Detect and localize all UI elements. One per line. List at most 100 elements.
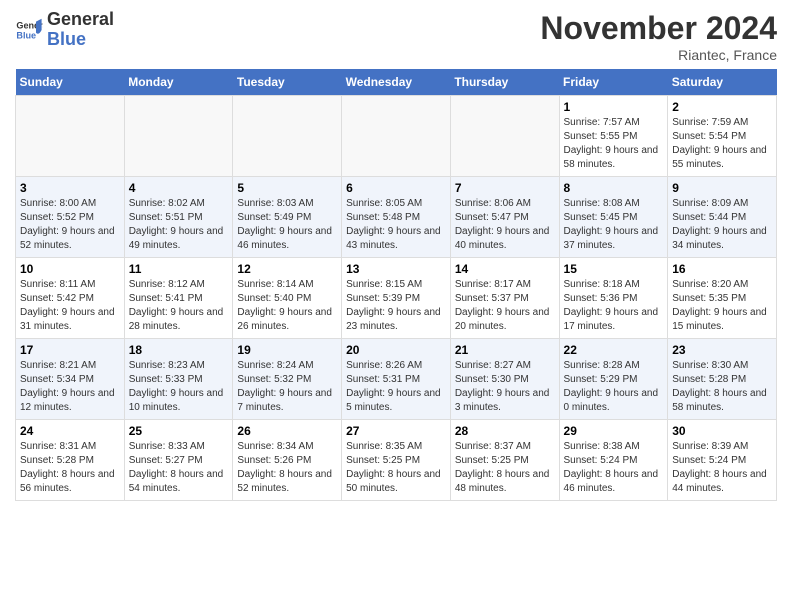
day-detail: Sunrise: 8:18 AM Sunset: 5:36 PM Dayligh…	[564, 278, 664, 334]
day-detail: Sunrise: 8:12 AM Sunset: 5:41 PM Dayligh…	[129, 278, 229, 334]
day-detail: Sunrise: 8:20 AM Sunset: 5:35 PM Dayligh…	[672, 278, 772, 334]
calendar-cell: 30Sunrise: 8:39 AM Sunset: 5:24 PM Dayli…	[668, 420, 777, 501]
day-detail: Sunrise: 8:38 AM Sunset: 5:24 PM Dayligh…	[564, 440, 664, 496]
calendar-week-row: 10 Sunrise: 8:11 AM Sunset: 5:42 PM Dayli…	[16, 258, 777, 339]
day-detail: Sunrise: 8:02 AM Sunset: 5:51 PM Dayligh…	[129, 197, 229, 253]
day-number: 15	[564, 262, 664, 276]
day-number: 6	[346, 181, 446, 195]
calendar-cell: 13 Sunrise: 8:15 AM Sunset: 5:39 PM Dayli…	[342, 258, 451, 339]
day-detail: Sunrise: 8:31 AM Sunset: 5:28 PM Dayligh…	[20, 440, 120, 496]
day-number: 24	[20, 424, 120, 438]
day-number: 10	[20, 262, 120, 276]
day-detail: Sunrise: 8:08 AM Sunset: 5:45 PM Dayligh…	[564, 197, 664, 253]
page-subtitle: Riantec, France	[540, 47, 777, 63]
day-number: 17	[20, 343, 120, 357]
day-detail: Sunrise: 8:06 AM Sunset: 5:47 PM Dayligh…	[455, 197, 555, 253]
day-detail: Sunrise: 8:39 AM Sunset: 5:24 PM Dayligh…	[672, 440, 772, 496]
calendar-cell	[342, 96, 451, 177]
logo-text: General Blue	[47, 10, 114, 50]
svg-text:Blue: Blue	[16, 30, 36, 40]
calendar-cell: 23 Sunrise: 8:30 AM Sunset: 5:28 PM Dayli…	[668, 339, 777, 420]
calendar-cell: 9 Sunrise: 8:09 AM Sunset: 5:44 PM Daylig…	[668, 177, 777, 258]
day-detail: Sunrise: 8:11 AM Sunset: 5:42 PM Dayligh…	[20, 278, 120, 334]
day-number: 22	[564, 343, 664, 357]
day-number: 18	[129, 343, 229, 357]
calendar-cell: 24 Sunrise: 8:31 AM Sunset: 5:28 PM Dayli…	[16, 420, 125, 501]
calendar-cell: 20Sunrise: 8:26 AM Sunset: 5:31 PM Dayli…	[342, 339, 451, 420]
day-detail: Sunrise: 8:21 AM Sunset: 5:34 PM Dayligh…	[20, 359, 120, 415]
calendar-cell: 6Sunrise: 8:05 AM Sunset: 5:48 PM Daylig…	[342, 177, 451, 258]
calendar-cell	[450, 96, 559, 177]
day-detail: Sunrise: 7:59 AM Sunset: 5:54 PM Dayligh…	[672, 116, 772, 172]
calendar-cell: 28 Sunrise: 8:37 AM Sunset: 5:25 PM Dayli…	[450, 420, 559, 501]
day-detail: Sunrise: 8:09 AM Sunset: 5:44 PM Dayligh…	[672, 197, 772, 253]
day-number: 3	[20, 181, 120, 195]
calendar-cell: 12 Sunrise: 8:14 AM Sunset: 5:40 PM Dayli…	[233, 258, 342, 339]
calendar-cell: 18 Sunrise: 8:23 AM Sunset: 5:33 PM Dayli…	[124, 339, 233, 420]
day-detail: Sunrise: 8:34 AM Sunset: 5:26 PM Dayligh…	[237, 440, 337, 496]
day-number: 28	[455, 424, 555, 438]
day-number: 2	[672, 100, 772, 114]
logo: General Blue General Blue	[15, 10, 114, 50]
calendar-cell: 14 Sunrise: 8:17 AM Sunset: 5:37 PM Dayli…	[450, 258, 559, 339]
calendar-cell	[124, 96, 233, 177]
day-detail: Sunrise: 8:37 AM Sunset: 5:25 PM Dayligh…	[455, 440, 555, 496]
header-tuesday: Tuesday	[233, 69, 342, 96]
day-number: 14	[455, 262, 555, 276]
day-detail: Sunrise: 8:23 AM Sunset: 5:33 PM Dayligh…	[129, 359, 229, 415]
day-number: 16	[672, 262, 772, 276]
day-number: 27	[346, 424, 446, 438]
day-detail: Sunrise: 7:57 AM Sunset: 5:55 PM Dayligh…	[564, 116, 664, 172]
calendar-body: 1Sunrise: 7:57 AM Sunset: 5:55 PM Daylig…	[16, 96, 777, 501]
day-detail: Sunrise: 8:24 AM Sunset: 5:32 PM Dayligh…	[237, 359, 337, 415]
calendar-cell: 15 Sunrise: 8:18 AM Sunset: 5:36 PM Dayli…	[559, 258, 668, 339]
day-number: 5	[237, 181, 337, 195]
day-detail: Sunrise: 8:14 AM Sunset: 5:40 PM Dayligh…	[237, 278, 337, 334]
day-number: 8	[564, 181, 664, 195]
calendar-week-row: 24 Sunrise: 8:31 AM Sunset: 5:28 PM Dayli…	[16, 420, 777, 501]
calendar-cell: 17 Sunrise: 8:21 AM Sunset: 5:34 PM Dayli…	[16, 339, 125, 420]
day-detail: Sunrise: 8:17 AM Sunset: 5:37 PM Dayligh…	[455, 278, 555, 334]
day-number: 23	[672, 343, 772, 357]
day-detail: Sunrise: 8:28 AM Sunset: 5:29 PM Dayligh…	[564, 359, 664, 415]
calendar-header: Sunday Monday Tuesday Wednesday Thursday…	[16, 69, 777, 96]
day-detail: Sunrise: 8:27 AM Sunset: 5:30 PM Dayligh…	[455, 359, 555, 415]
calendar-cell: 22 Sunrise: 8:28 AM Sunset: 5:29 PM Dayli…	[559, 339, 668, 420]
calendar-cell: 2 Sunrise: 7:59 AM Sunset: 5:54 PM Daylig…	[668, 96, 777, 177]
day-number: 21	[455, 343, 555, 357]
header-saturday: Saturday	[668, 69, 777, 96]
day-detail: Sunrise: 8:00 AM Sunset: 5:52 PM Dayligh…	[20, 197, 120, 253]
calendar-cell: 16 Sunrise: 8:20 AM Sunset: 5:35 PM Dayli…	[668, 258, 777, 339]
calendar-cell: 11 Sunrise: 8:12 AM Sunset: 5:41 PM Dayli…	[124, 258, 233, 339]
day-detail: Sunrise: 8:03 AM Sunset: 5:49 PM Dayligh…	[237, 197, 337, 253]
calendar-week-row: 17 Sunrise: 8:21 AM Sunset: 5:34 PM Dayli…	[16, 339, 777, 420]
day-detail: Sunrise: 8:26 AM Sunset: 5:31 PM Dayligh…	[346, 359, 446, 415]
calendar-cell: 25 Sunrise: 8:33 AM Sunset: 5:27 PM Dayli…	[124, 420, 233, 501]
day-detail: Sunrise: 8:35 AM Sunset: 5:25 PM Dayligh…	[346, 440, 446, 496]
calendar-cell: 29 Sunrise: 8:38 AM Sunset: 5:24 PM Dayli…	[559, 420, 668, 501]
day-number: 11	[129, 262, 229, 276]
day-number: 19	[237, 343, 337, 357]
day-number: 9	[672, 181, 772, 195]
day-number: 4	[129, 181, 229, 195]
weekday-header-row: Sunday Monday Tuesday Wednesday Thursday…	[16, 69, 777, 96]
calendar-cell: 3 Sunrise: 8:00 AM Sunset: 5:52 PM Daylig…	[16, 177, 125, 258]
day-number: 26	[237, 424, 337, 438]
day-detail: Sunrise: 8:15 AM Sunset: 5:39 PM Dayligh…	[346, 278, 446, 334]
day-number: 29	[564, 424, 664, 438]
day-number: 13	[346, 262, 446, 276]
header-thursday: Thursday	[450, 69, 559, 96]
calendar-cell: 21 Sunrise: 8:27 AM Sunset: 5:30 PM Dayli…	[450, 339, 559, 420]
logo-icon: General Blue	[15, 16, 43, 44]
day-detail: Sunrise: 8:30 AM Sunset: 5:28 PM Dayligh…	[672, 359, 772, 415]
calendar-cell	[233, 96, 342, 177]
calendar-cell: 27 Sunrise: 8:35 AM Sunset: 5:25 PM Dayli…	[342, 420, 451, 501]
day-detail: Sunrise: 8:33 AM Sunset: 5:27 PM Dayligh…	[129, 440, 229, 496]
calendar-cell: 5 Sunrise: 8:03 AM Sunset: 5:49 PM Daylig…	[233, 177, 342, 258]
calendar-cell: 26 Sunrise: 8:34 AM Sunset: 5:26 PM Dayli…	[233, 420, 342, 501]
day-number: 25	[129, 424, 229, 438]
day-number: 12	[237, 262, 337, 276]
calendar-week-row: 3 Sunrise: 8:00 AM Sunset: 5:52 PM Daylig…	[16, 177, 777, 258]
day-number: 7	[455, 181, 555, 195]
calendar-cell	[16, 96, 125, 177]
